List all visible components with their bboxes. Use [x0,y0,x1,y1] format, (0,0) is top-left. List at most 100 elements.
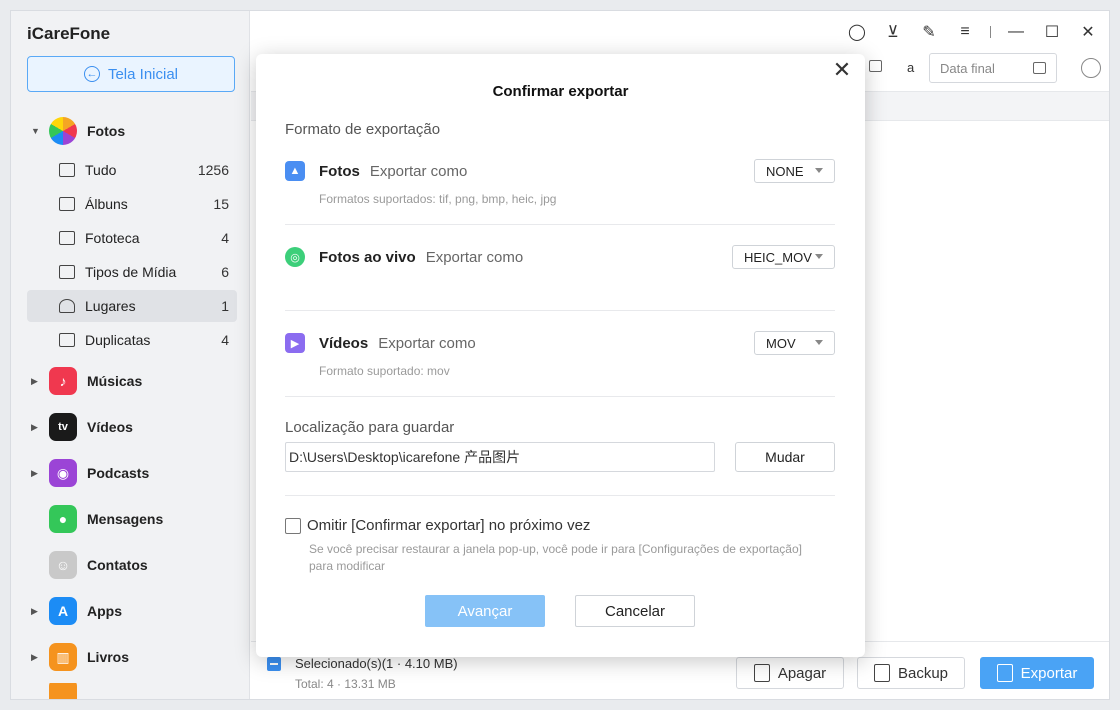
skip-confirm-label[interactable]: Omitir [Confirmar exportar] no próximo v… [307,517,590,534]
close-icon[interactable]: ✕ [1077,21,1099,43]
backup-button[interactable]: Backup [857,657,965,689]
calendar-icon [1033,62,1046,74]
format-row-subtitle: Exportar como [425,248,524,266]
sidebar-category-label: Podcasts [87,465,150,481]
music-app-icon: ♪ [49,367,77,395]
podcasts-app-icon: ◉ [49,459,77,487]
chevron-right-icon[interactable]: ▶ [31,652,41,663]
sidebar-category-videos[interactable]: ▶ tv Vídeos [11,407,250,447]
sidebar-item-label: Álbuns [85,196,128,212]
chevron-right-icon[interactable]: ▶ [31,606,41,617]
sidebar-item-label: Fototeca [85,230,140,246]
sidebar-item-count: 1256 [197,162,229,178]
save-path-field[interactable]: D:\Users\Desktop\icarefone 产品图片 [285,442,715,472]
sidebar-category-messages[interactable]: ● Mensagens [11,499,250,539]
format-section-label: Formato de exportação [285,121,441,138]
tools-app-icon [49,683,77,699]
photo-icon: ▲ [285,161,305,181]
save-location-label: Localização para guardar [285,419,455,436]
close-icon[interactable]: ✕ [831,59,853,82]
sidebar-item-label: Lugares [85,298,136,314]
download-icon[interactable]: ⊻ [882,21,904,43]
export-button[interactable]: Exportar [980,657,1094,689]
sidebar-category-apps[interactable]: ▶ A Apps [11,591,250,631]
home-button[interactable]: ← Tela Inicial [27,56,235,92]
videos-format-row: ▶ Vídeos Exportar como [285,333,476,353]
menu-icon[interactable]: ≡ [954,21,976,43]
sidebar-item-label: Tudo [85,162,117,178]
sidebar-item-count: 4 [221,332,229,348]
divider [285,310,835,311]
photos-format-select[interactable]: NONE [754,159,835,183]
next-button[interactable]: Avançar [425,595,545,627]
minimize-icon[interactable]: — [1005,21,1027,43]
skip-confirm-checkbox[interactable] [285,518,301,534]
sidebar-category-partial[interactable] [11,683,250,699]
dialog-title: Confirmar exportar [492,83,629,100]
export-confirm-dialog: ✕ Confirmar exportar Formato de exportaç… [256,54,865,657]
feedback-icon[interactable]: ✎ [918,21,940,43]
format-row-subtitle: Exportar como [378,334,476,352]
sidebar-item-albums[interactable]: Álbuns 15 [27,188,237,220]
chevron-down-icon[interactable]: ▼ [31,126,41,136]
total-summary: Total: 4 · 13.31 MB [295,677,396,691]
divider [285,224,835,225]
sidebar-item-count: 4 [221,230,229,246]
cancel-button[interactable]: Cancelar [575,595,695,627]
sidebar-category-label: Contatos [87,557,148,573]
sidebar-category-label: Fotos [87,123,126,139]
sidebar-category-label: Mensagens [87,511,164,527]
date-separator: a [907,60,915,75]
sidebar-category-label: Vídeos [87,419,133,435]
home-button-label: Tela Inicial [107,65,179,83]
sidebar-item-places[interactable]: Lugares 1 [27,290,237,322]
sidebar-category-label: Livros [87,649,130,665]
divider [285,396,835,397]
sidebar-category-contacts[interactable]: ☺ Contatos [11,545,250,585]
sidebar-item-count: 6 [221,264,229,280]
chevron-right-icon[interactable]: ▶ [31,422,41,433]
sidebar-item-library[interactable]: Fototeca 4 [27,222,237,254]
maximize-icon[interactable]: ☐ [1041,21,1063,43]
delete-button[interactable]: Apagar [736,657,844,689]
photos-format-hint: Formatos suportados: tif, png, bmp, heic… [319,192,557,206]
books-app-icon: ▥ [49,643,77,671]
sidebar-item-all[interactable]: Tudo 1256 [27,154,237,186]
chevron-right-icon[interactable]: ▶ [31,376,41,387]
photos-format-row: ▲ Fotos Exportar como [285,161,467,181]
back-arrow-icon: ← [83,66,100,82]
sidebar-item-duplicates[interactable]: Duplicatas 4 [27,324,237,356]
live-photos-format-select[interactable]: HEIC_MOV [732,245,835,269]
change-path-button[interactable]: Mudar [735,442,835,472]
app-title: iCareFone [27,24,111,43]
photos-app-icon [49,117,77,145]
videos-format-select[interactable]: MOV [754,331,835,355]
live-photos-format-row: ◎ Fotos ao vivo Exportar como [285,247,523,267]
sidebar: iCareFone ← Tela Inicial ▼ Fotos Tudo 12… [11,11,250,699]
sidebar-item-label: Tipos de Mídia [85,264,177,280]
sidebar-category-books[interactable]: ▶ ▥ Livros [11,637,250,677]
sidebar-category-label: Apps [87,603,122,619]
calendar-icon[interactable] [869,60,882,72]
sidebar-category-music[interactable]: ▶ ♪ Músicas [11,361,250,401]
end-date-field[interactable]: Data final [929,53,1057,83]
select-value: MOV [766,335,796,351]
export-button-label: Exportar [1020,664,1078,682]
gear-icon[interactable] [1081,58,1101,78]
format-row-name: Fotos [319,162,360,180]
upload-icon [996,664,1013,682]
sidebar-item-media-types[interactable]: Tipos de Mídia 6 [27,256,237,288]
account-icon[interactable]: ◯ [846,21,868,43]
backup-button-label: Backup [897,664,949,682]
selected-summary: Selecionado(s)(1 · 4.10 MB) [295,656,458,671]
select-all-checkbox[interactable] [267,657,281,671]
chevron-down-icon [815,254,823,259]
sidebar-category-photos[interactable]: ▼ Fotos [11,111,250,151]
contacts-app-icon: ☺ [49,551,77,579]
sidebar-category-podcasts[interactable]: ▶ ◉ Podcasts [11,453,250,493]
videos-format-hint: Formato suportado: mov [319,364,450,378]
chevron-right-icon[interactable]: ▶ [31,468,41,479]
save-icon [873,664,890,682]
chevron-down-icon [815,340,823,345]
live-photo-icon: ◎ [285,247,305,267]
